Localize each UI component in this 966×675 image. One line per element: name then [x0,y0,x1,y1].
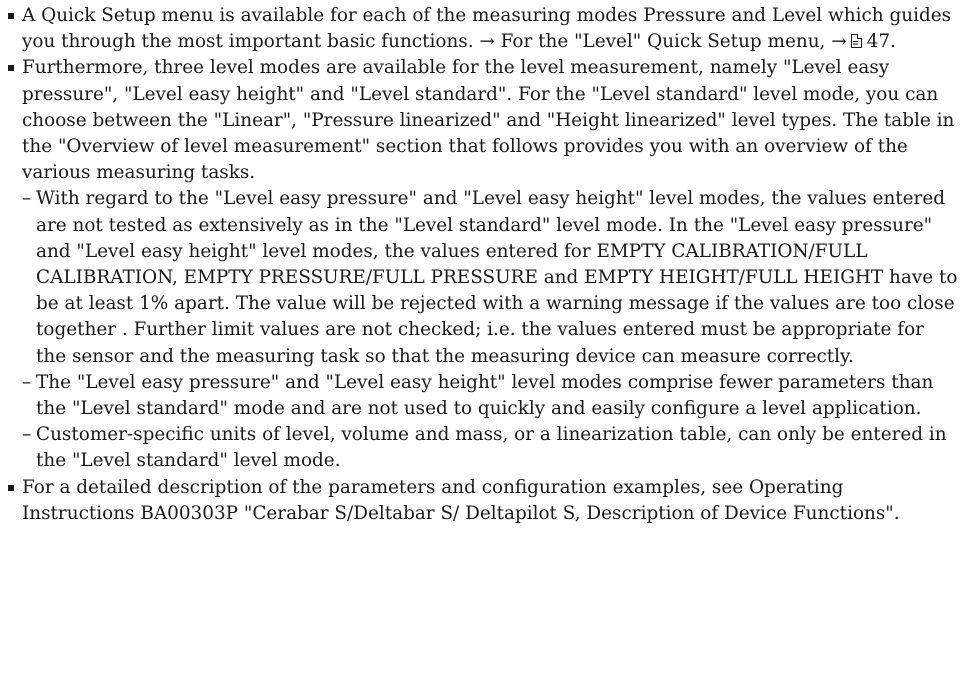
quick-setup-text: A Quick Setup menu is available for each… [22,5,952,53]
bullet-item-quick-setup: A Quick Setup menu is available for each… [8,3,958,55]
dash-list: – With regard to the "Level easy pressur… [22,186,958,474]
bullet-item-level-modes: Furthermore, three level modes are avail… [8,55,958,474]
bullet-square-icon [8,13,14,19]
bullet-square-icon [8,65,14,72]
dash-item-text: Customer-specific units of level, volume… [36,424,947,472]
bullet-item-detailed-description: For a detailed description of the parame… [8,475,958,527]
dash-item-text: With regard to the "Level easy pressure"… [36,188,958,367]
dash-marker: – [22,424,32,446]
dash-marker: – [22,371,32,393]
level-modes-text: Furthermore, three level modes are avail… [22,57,955,184]
bullet-list: A Quick Setup menu is available for each… [8,3,958,527]
dash-item-fewer-parameters: – The "Level easy pressure" and "Level e… [22,370,958,422]
dash-item-custom-units: – Customer-specific units of level, volu… [22,422,958,474]
page-reference-icon [850,33,863,49]
dash-item-text: The "Level easy pressure" and "Level eas… [36,371,934,420]
detailed-description-text: For a detailed description of the parame… [22,476,900,524]
dash-item-limit-values: – With regard to the "Level easy pressur… [22,186,958,369]
page-reference-link[interactable]: 47. [867,31,896,52]
dash-marker: – [22,188,32,210]
bullet-square-icon [8,484,14,491]
document-page: A Quick Setup menu is available for each… [0,0,966,675]
